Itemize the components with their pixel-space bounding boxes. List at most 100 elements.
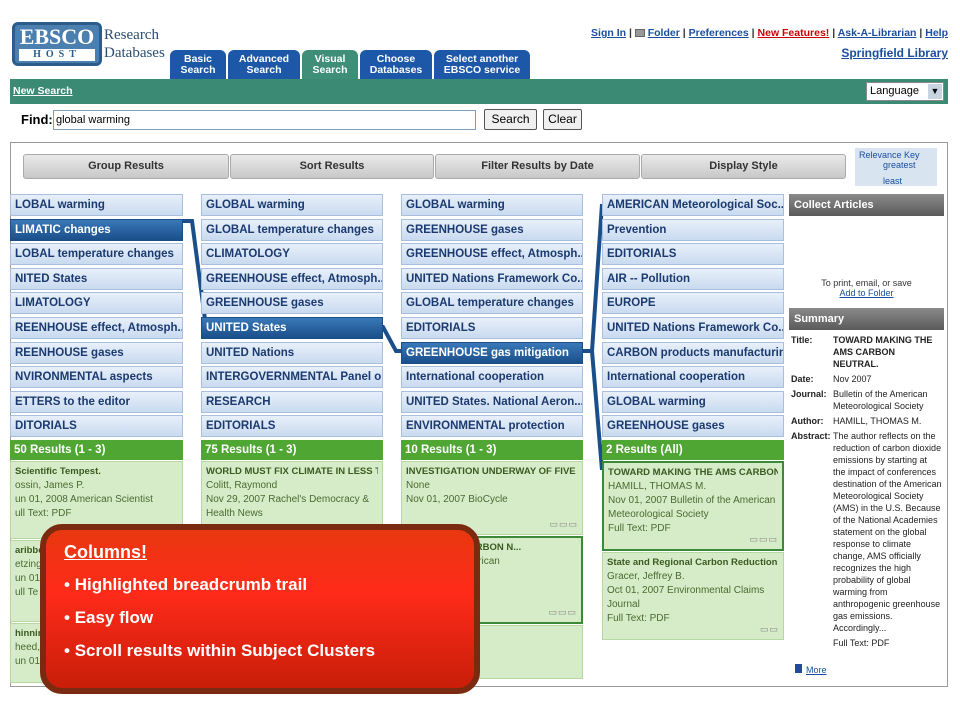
- tab-basic-search[interactable]: Basic Search: [170, 50, 226, 79]
- summary-fulltext[interactable]: Full Text: PDF: [833, 637, 942, 649]
- add-to-folder-link[interactable]: Add to Folder: [789, 288, 944, 298]
- more-label: More: [806, 665, 827, 675]
- subject-term[interactable]: UNITED Nations: [201, 341, 383, 364]
- search-button[interactable]: Search: [484, 109, 537, 130]
- subject-term-selected[interactable]: LIMATIC changes: [10, 218, 183, 241]
- subject-term[interactable]: ETTERS to the editor: [10, 390, 183, 413]
- brand-line1: Research: [104, 27, 159, 43]
- subject-term[interactable]: GLOBAL warming: [401, 194, 583, 216]
- subject-term[interactable]: EDITORIALS: [201, 415, 383, 438]
- preferences-link[interactable]: Preferences: [689, 27, 749, 39]
- group-results-button[interactable]: Group Results: [23, 154, 229, 179]
- result-pub: Nov 01, 2007 BioCycle: [406, 493, 508, 505]
- results-count: 75 Results (1 - 3): [201, 439, 383, 460]
- chevron-down-icon: ▼: [928, 84, 942, 99]
- more-link[interactable]: More: [795, 664, 827, 675]
- subject-term-selected[interactable]: UNITED States: [201, 316, 383, 339]
- subject-term[interactable]: GLOBAL temperature changes: [401, 292, 583, 315]
- collect-articles-header: Collect Articles: [789, 194, 944, 216]
- subject-term[interactable]: International cooperation: [602, 366, 784, 389]
- summary-body: Title: TOWARD MAKING THE AMS CARBON NEUTR…: [789, 330, 944, 656]
- relevance-key: Relevance Key greatest least: [855, 148, 937, 186]
- tab-advanced-search[interactable]: Advanced Search: [228, 50, 300, 79]
- subject-term[interactable]: International cooperation: [401, 366, 583, 389]
- result-fulltext[interactable]: Full Text: PDF: [607, 612, 779, 626]
- tab-visual-search[interactable]: Visual Search: [302, 50, 358, 79]
- folder-icon: [634, 29, 645, 37]
- result-item[interactable]: State and Regional Carbon Reduction M...…: [602, 551, 784, 640]
- clear-button[interactable]: Clear: [543, 109, 582, 130]
- result-title[interactable]: State and Regional Carbon Reduction M...: [607, 556, 779, 570]
- subject-term[interactable]: NVIRONMENTAL aspects: [10, 366, 183, 389]
- search-input[interactable]: global warming: [53, 110, 476, 130]
- subject-term[interactable]: GREENHOUSE gases: [201, 292, 383, 315]
- result-action-icons[interactable]: ▭▭: [760, 622, 779, 636]
- tab-select-service[interactable]: Select another EBSCO service: [434, 50, 530, 79]
- subject-term[interactable]: UNITED States. National Aeron...: [401, 390, 583, 413]
- subject-term[interactable]: AIR -- Pollution: [602, 267, 784, 290]
- subject-term[interactable]: LIMATOLOGY: [10, 292, 183, 315]
- subject-term[interactable]: RESEARCH: [201, 390, 383, 413]
- subject-term[interactable]: AMERICAN Meteorological Soc...: [602, 194, 784, 216]
- result-fulltext[interactable]: ull Text: PDF: [15, 507, 178, 521]
- library-link[interactable]: Springfield Library: [841, 46, 948, 60]
- tab-choose-databases[interactable]: Choose Databases: [360, 50, 432, 79]
- sign-in-link[interactable]: Sign In: [591, 27, 626, 39]
- subject-term[interactable]: GREENHOUSE effect, Atmosph...: [401, 243, 583, 266]
- subject-term[interactable]: EDITORIALS: [602, 243, 784, 266]
- language-label: Language: [870, 85, 919, 97]
- result-action-icons[interactable]: ▭▭▭: [548, 605, 577, 619]
- subject-term[interactable]: EDITORIALS: [401, 316, 583, 339]
- folder-link[interactable]: Folder: [648, 27, 680, 39]
- results-count: 2 Results (All): [602, 439, 784, 460]
- subject-term[interactable]: GLOBAL temperature changes: [201, 218, 383, 241]
- subject-term[interactable]: NITED States: [10, 267, 183, 290]
- subject-term[interactable]: EUROPE: [602, 292, 784, 315]
- display-style-button[interactable]: Display Style: [641, 154, 846, 179]
- subject-term[interactable]: GREENHOUSE effect, Atmosph...: [201, 267, 383, 290]
- result-author: Gracer, Jeffrey B.: [607, 570, 685, 582]
- subject-term[interactable]: Prevention: [602, 218, 784, 241]
- callout-item: • Easy flow: [64, 608, 154, 627]
- summary-author: HAMILL, THOMAS M.: [833, 416, 922, 426]
- relevance-key-title: Relevance Key: [859, 150, 920, 160]
- new-features-link[interactable]: New Features!: [758, 27, 830, 39]
- result-pub: Nov 01, 2007 Bulletin of the American Me…: [608, 494, 776, 520]
- result-title[interactable]: WORLD MUST FIX CLIMATE IN LESS THA...: [206, 465, 378, 479]
- ask-librarian-link[interactable]: Ask-A-Librarian: [838, 27, 917, 39]
- subject-term[interactable]: GLOBAL warming: [602, 390, 784, 413]
- result-action-icons[interactable]: ▭▭▭: [749, 532, 778, 546]
- result-title[interactable]: Scientific Tempest.: [15, 465, 178, 479]
- result-item-selected[interactable]: TOWARD MAKING THE AMS CARBON N... HAMILL…: [602, 460, 784, 551]
- help-link[interactable]: Help: [925, 27, 948, 39]
- result-item[interactable]: WORLD MUST FIX CLIMATE IN LESS THA... Co…: [201, 460, 383, 531]
- callout-item: • Highlighted breadcrumb trail: [64, 575, 308, 594]
- subject-term[interactable]: GREENHOUSE gases: [602, 415, 784, 438]
- new-search-link[interactable]: New Search: [13, 85, 73, 97]
- subject-term[interactable]: CARBON products manufacturing: [602, 341, 784, 364]
- summary-key: Date:: [791, 374, 814, 384]
- subject-term[interactable]: LOBAL warming: [10, 194, 183, 216]
- result-action-icons[interactable]: ▭▭▭: [549, 517, 578, 531]
- sort-results-button[interactable]: Sort Results: [230, 154, 434, 179]
- summary-key: Title:: [791, 335, 813, 345]
- document-icon: [795, 664, 802, 673]
- subject-term-selected[interactable]: GREENHOUSE gas mitigation: [401, 341, 583, 364]
- subject-term[interactable]: DITORIALS: [10, 415, 183, 438]
- result-title[interactable]: INVESTIGATION UNDERWAY OF FIVE ENE...: [406, 465, 578, 479]
- subject-term[interactable]: GREENHOUSE gases: [401, 218, 583, 241]
- subject-term[interactable]: LOBAL temperature changes: [10, 243, 183, 266]
- language-select[interactable]: Language ▼: [866, 82, 944, 101]
- subject-term[interactable]: UNITED Nations Framework Co...: [602, 316, 784, 339]
- subject-term[interactable]: GLOBAL warming: [201, 194, 383, 216]
- subject-term[interactable]: UNITED Nations Framework Co...: [401, 267, 583, 290]
- subject-term[interactable]: INTERGOVERNMENTAL Panel o...: [201, 366, 383, 389]
- summary-date: Nov 2007: [833, 374, 872, 384]
- subject-term[interactable]: REENHOUSE effect, Atmosph...: [10, 316, 183, 339]
- result-title[interactable]: TOWARD MAKING THE AMS CARBON N...: [608, 466, 778, 480]
- subject-term[interactable]: CLIMATOLOGY: [201, 243, 383, 266]
- filter-date-button[interactable]: Filter Results by Date: [435, 154, 640, 179]
- result-pub: Oct 01, 2007 Environmental Claims Journa…: [607, 584, 765, 610]
- subject-term[interactable]: REENHOUSE gases: [10, 341, 183, 364]
- subject-term[interactable]: ENVIRONMENTAL protection: [401, 415, 583, 438]
